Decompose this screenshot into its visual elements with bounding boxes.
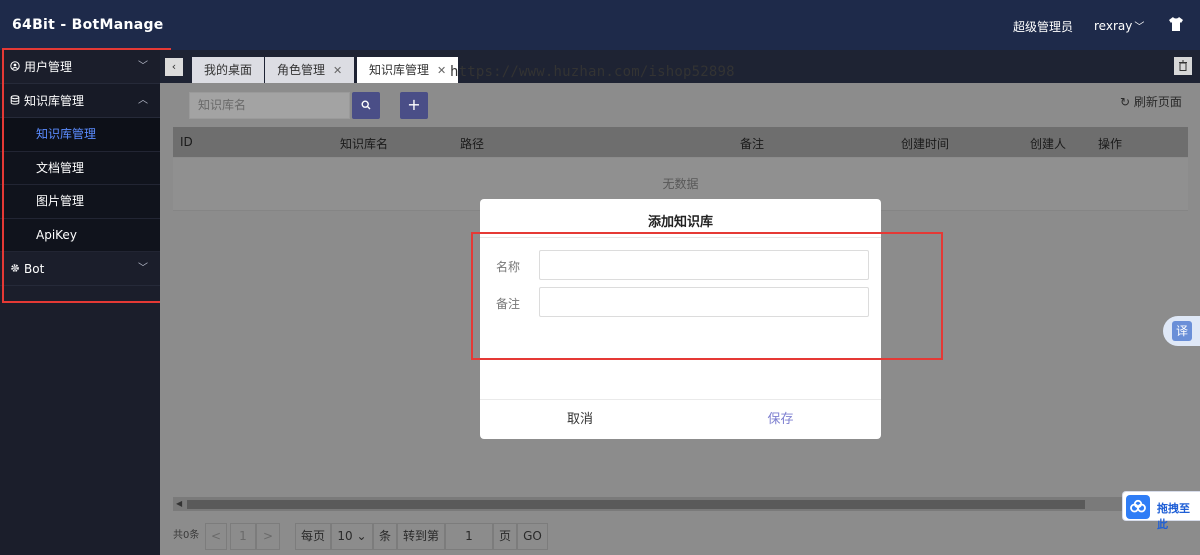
- tab-label: 我的桌面: [204, 63, 253, 77]
- tab-role-management[interactable]: 角色管理 ✕: [265, 57, 355, 83]
- save-button[interactable]: 保存: [680, 400, 881, 439]
- sidebar: 用户管理 ﹀ 知识库管理 ︿ 知识库管理 文档管理 图片管理 ApiKey Bo…: [0, 50, 160, 555]
- add-knowledge-base-dialog: 添加知识库 名称 备注 取消 保存: [480, 199, 881, 439]
- tab-knowledge-base[interactable]: 知识库管理 ✕: [357, 57, 459, 83]
- tab-scroll-left-button[interactable]: ‹: [165, 58, 183, 76]
- column-header: 创建时间: [901, 137, 950, 151]
- sidebar-item-label: 知识库管理: [24, 94, 85, 108]
- note-label: 备注: [496, 297, 521, 311]
- user-menu[interactable]: rexray ﹀: [1094, 18, 1144, 33]
- table-header: ID 知识库名 路径 备注 创建时间 创建人 操作: [173, 127, 1188, 157]
- translate-icon: 译: [1172, 321, 1192, 341]
- search-input[interactable]: 知识库名: [189, 92, 350, 119]
- sidebar-item-user-management[interactable]: 用户管理 ﹀: [0, 50, 160, 84]
- scroll-left-icon[interactable]: ◀: [176, 499, 182, 508]
- search-icon: [361, 100, 371, 110]
- dialog-title: 添加知识库: [647, 215, 713, 230]
- database-icon: [10, 86, 22, 120]
- sidebar-subitem-apikey[interactable]: ApiKey: [0, 218, 160, 252]
- tab-my-desktop[interactable]: 我的桌面: [192, 57, 265, 83]
- search-button[interactable]: [352, 92, 380, 119]
- sidebar-item-label: 用户管理: [24, 60, 73, 74]
- current-page[interactable]: 1: [230, 523, 256, 550]
- refresh-page-button[interactable]: ↻ 刷新页面: [1120, 93, 1182, 110]
- chevron-down-icon: ﹀: [138, 263, 148, 274]
- sidebar-subitem-documents[interactable]: 文档管理: [0, 151, 160, 185]
- top-header: 64Bit - BotManage 超级管理员 rexray ﹀: [0, 0, 1200, 50]
- drag-upload-widget[interactable]: 拖拽至此: [1122, 491, 1200, 531]
- column-header: 知识库名: [340, 137, 389, 151]
- gear-icon: [10, 254, 22, 288]
- cancel-button[interactable]: 取消: [480, 400, 680, 439]
- goto-label: 转到第: [397, 523, 445, 550]
- horizontal-scrollbar[interactable]: ◀: [173, 497, 1188, 511]
- trash-icon[interactable]: [1174, 57, 1192, 75]
- sidebar-item-bot[interactable]: Bot ﹀: [0, 252, 160, 286]
- translate-button[interactable]: 译: [1163, 316, 1200, 346]
- chevron-down-icon: ﹀: [1134, 22, 1145, 33]
- chevron-up-icon: ︿: [138, 95, 148, 106]
- sidebar-item-knowledge-base[interactable]: 知识库管理 ︿: [0, 84, 160, 118]
- per-page-select[interactable]: 10 ⌄: [331, 523, 373, 550]
- column-header: 备注: [740, 137, 765, 151]
- next-page-button[interactable]: >: [256, 523, 280, 550]
- column-header: 操作: [1098, 137, 1123, 151]
- refresh-icon: ↻: [1120, 95, 1131, 109]
- user-role: 超级管理员: [1013, 20, 1074, 34]
- name-label: 名称: [496, 260, 521, 274]
- theme-shirt-icon[interactable]: [1168, 16, 1184, 32]
- watermark-url: https://www.huzhan.com/ishop52898: [450, 64, 735, 80]
- close-icon[interactable]: ✕: [333, 64, 342, 77]
- per-page-value: 10: [337, 529, 353, 543]
- tab-label: 角色管理: [277, 63, 326, 77]
- user-circle-icon: [10, 52, 22, 86]
- total-count: 共0条: [173, 530, 200, 541]
- username: rexray: [1094, 19, 1133, 33]
- note-input[interactable]: [539, 287, 869, 317]
- add-button[interactable]: +: [400, 92, 428, 119]
- tab-label: 知识库管理: [369, 63, 430, 77]
- column-header: 路径: [460, 137, 485, 151]
- column-header: ID: [180, 135, 193, 149]
- name-input[interactable]: [539, 250, 869, 280]
- refresh-label: 刷新页面: [1133, 95, 1182, 109]
- per-page-unit: 条: [373, 523, 397, 550]
- go-button[interactable]: GO: [517, 523, 548, 550]
- drag-label: 拖拽至此: [1157, 502, 1190, 531]
- chevron-down-icon: ﹀: [138, 61, 148, 72]
- divider: [480, 237, 881, 238]
- sidebar-subitem-knowledge-base[interactable]: 知识库管理: [0, 118, 160, 152]
- sidebar-item-label: Bot: [24, 262, 45, 276]
- cloud-icon: [1126, 495, 1150, 519]
- goto-page-input[interactable]: 1: [445, 523, 493, 550]
- scrollbar-thumb[interactable]: [187, 500, 1085, 509]
- close-icon[interactable]: ✕: [437, 64, 446, 77]
- page-unit: 页: [493, 523, 517, 550]
- per-page-label: 每页: [295, 523, 331, 550]
- column-header: 创建人: [1030, 137, 1067, 151]
- prev-page-button[interactable]: <: [205, 523, 227, 550]
- chevron-down-icon: ⌄: [356, 529, 367, 543]
- app-title: 64Bit - BotManage: [12, 17, 164, 33]
- sidebar-subitem-images[interactable]: 图片管理: [0, 185, 160, 219]
